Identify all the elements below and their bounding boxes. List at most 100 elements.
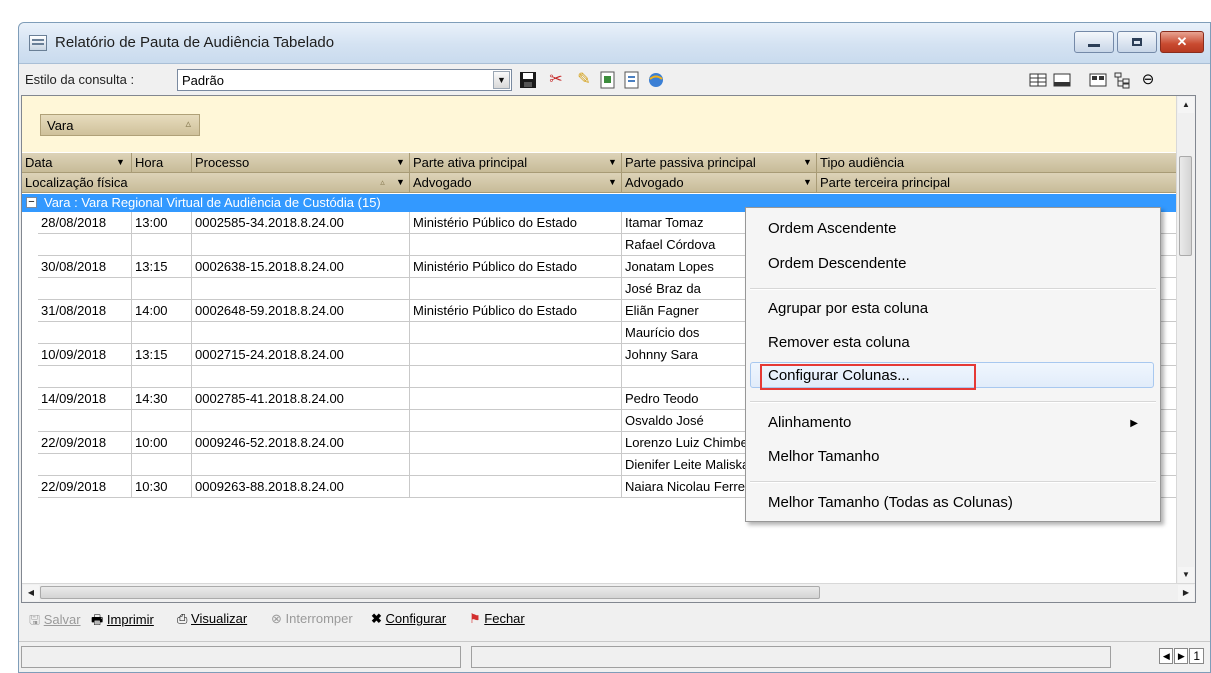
menu-item-best-fit-all[interactable]: Melhor Tamanho (Todas as Colunas): [768, 494, 1013, 511]
edit-icon[interactable]: ✎: [575, 71, 593, 89]
cell-hora[interactable]: 14:30: [132, 388, 192, 410]
cell-hora[interactable]: 13:15: [132, 344, 192, 366]
cell-processo[interactable]: 0009246-52.2018.8.24.00: [192, 432, 410, 454]
cell-processo[interactable]: 0002638-15.2018.8.24.00: [192, 256, 410, 278]
cell-hora[interactable]: 13:00: [132, 212, 192, 234]
cell-data[interactable]: [38, 234, 132, 256]
cut-icon[interactable]: ✂: [547, 71, 565, 89]
menu-item-configure-columns[interactable]: Configurar Colunas...: [768, 367, 910, 384]
title-bar[interactable]: Relatório de Pauta de Audiência Tabelado…: [19, 23, 1210, 64]
minimize-button[interactable]: [1074, 31, 1114, 53]
chevron-down-icon[interactable]: ▼: [493, 71, 510, 89]
cell-processo[interactable]: 0002648-59.2018.8.24.00: [192, 300, 410, 322]
close-action[interactable]: ⚑ Fechar: [469, 611, 525, 627]
save-action[interactable]: 🖫 Salvar: [29, 611, 81, 633]
cell-processo[interactable]: [192, 234, 410, 256]
maximize-button[interactable]: [1117, 31, 1157, 53]
cell-ativa[interactable]: Ministério Público do Estado: [410, 300, 622, 322]
cell-hora[interactable]: [132, 454, 192, 476]
cell-ativa[interactable]: [410, 388, 622, 410]
col-header-parte-terceira[interactable]: Parte terceira principal: [817, 173, 1179, 193]
cell-data[interactable]: 14/09/2018: [38, 388, 132, 410]
cell-ativa[interactable]: [410, 278, 622, 300]
cell-data[interactable]: 22/09/2018: [38, 476, 132, 498]
col-header-parte-ativa[interactable]: Parte ativa principal ▼: [410, 153, 622, 173]
document-icon[interactable]: [623, 71, 641, 89]
col-header-advogado-ativa[interactable]: Advogado ▼: [410, 173, 622, 193]
page-next-icon[interactable]: ▶: [1174, 648, 1189, 664]
vertical-scroll-thumb[interactable]: [1179, 156, 1192, 256]
export-icon[interactable]: [599, 71, 617, 89]
cell-data[interactable]: [38, 410, 132, 432]
cell-hora[interactable]: 14:00: [132, 300, 192, 322]
more-icon[interactable]: ⊖: [1139, 71, 1157, 89]
cell-data[interactable]: 31/08/2018: [38, 300, 132, 322]
col-header-processo[interactable]: Processo ▼: [192, 153, 410, 173]
columns-icon[interactable]: [1089, 71, 1107, 89]
dropdown-icon[interactable]: ▼: [801, 156, 814, 169]
cell-hora[interactable]: [132, 322, 192, 344]
cell-ativa[interactable]: [410, 322, 622, 344]
preview-action[interactable]: ⎙ Visualizar: [177, 611, 247, 627]
cell-ativa[interactable]: [410, 366, 622, 388]
col-header-parte-passiva[interactable]: Parte passiva principal ▼: [622, 153, 817, 173]
dropdown-icon[interactable]: ▼: [801, 176, 814, 189]
cell-hora[interactable]: 10:30: [132, 476, 192, 498]
scroll-left-icon[interactable]: ◀: [23, 585, 39, 601]
cell-processo[interactable]: [192, 366, 410, 388]
cell-ativa[interactable]: [410, 344, 622, 366]
cell-hora[interactable]: 13:15: [132, 256, 192, 278]
cell-data[interactable]: 10/09/2018: [38, 344, 132, 366]
dropdown-icon[interactable]: ▼: [394, 176, 407, 189]
cell-processo[interactable]: 0002585-34.2018.8.24.00: [192, 212, 410, 234]
cell-data[interactable]: 28/08/2018: [38, 212, 132, 234]
cell-processo[interactable]: [192, 278, 410, 300]
dropdown-icon[interactable]: ▼: [114, 156, 127, 169]
cell-processo[interactable]: 0002715-24.2018.8.24.00: [192, 344, 410, 366]
scroll-up-icon[interactable]: ▲: [1178, 97, 1194, 113]
configure-action[interactable]: ✖ Configurar: [371, 611, 446, 627]
cell-ativa[interactable]: Ministério Público do Estado: [410, 212, 622, 234]
cell-data[interactable]: 22/09/2018: [38, 432, 132, 454]
page-prev-icon[interactable]: ◀: [1159, 648, 1174, 664]
layout-panel-icon[interactable]: [1053, 71, 1071, 89]
cell-hora[interactable]: 10:00: [132, 432, 192, 454]
close-button[interactable]: ✕: [1160, 31, 1204, 53]
cell-hora[interactable]: [132, 410, 192, 432]
print-action[interactable]: 🖶 Imprimir: [91, 611, 154, 633]
menu-item-sort-desc[interactable]: Ordem Descendente: [768, 255, 906, 272]
group-chip-vara[interactable]: Vara ▵: [40, 114, 200, 136]
horizontal-scroll-thumb[interactable]: [40, 586, 820, 599]
globe-icon[interactable]: [647, 71, 665, 89]
cell-hora[interactable]: [132, 278, 192, 300]
cell-ativa[interactable]: [410, 454, 622, 476]
col-header-localizacao[interactable]: Localização física ▵ ▼: [22, 173, 410, 193]
col-header-data[interactable]: Data ▼: [22, 153, 132, 173]
cell-ativa[interactable]: [410, 234, 622, 256]
cell-hora[interactable]: [132, 366, 192, 388]
cell-processo[interactable]: [192, 410, 410, 432]
tree-icon[interactable]: [1113, 71, 1131, 89]
dropdown-icon[interactable]: ▼: [606, 156, 619, 169]
cell-data[interactable]: [38, 454, 132, 476]
cell-processo[interactable]: [192, 322, 410, 344]
cell-hora[interactable]: [132, 234, 192, 256]
cell-data[interactable]: 30/08/2018: [38, 256, 132, 278]
col-header-tipo-audiencia[interactable]: Tipo audiência: [817, 153, 1179, 173]
dropdown-icon[interactable]: ▼: [606, 176, 619, 189]
cell-processo[interactable]: 0009263-88.2018.8.24.00: [192, 476, 410, 498]
cell-data[interactable]: [38, 278, 132, 300]
dropdown-icon[interactable]: ▼: [394, 156, 407, 169]
query-style-select[interactable]: Padrão ▼: [177, 69, 512, 91]
menu-item-alignment[interactable]: Alinhamento: [768, 414, 851, 431]
scroll-right-icon[interactable]: ▶: [1178, 585, 1194, 601]
scroll-down-icon[interactable]: ▼: [1178, 567, 1194, 583]
collapse-icon[interactable]: −: [26, 197, 37, 208]
col-header-hora[interactable]: Hora: [132, 153, 192, 173]
col-header-advogado-passiva[interactable]: Advogado ▼: [622, 173, 817, 193]
cell-ativa[interactable]: [410, 410, 622, 432]
menu-item-group-by-column[interactable]: Agrupar por esta coluna: [768, 300, 928, 317]
interrupt-action[interactable]: ⊗ Interromper: [271, 611, 353, 627]
cell-ativa[interactable]: [410, 432, 622, 454]
cell-processo[interactable]: [192, 454, 410, 476]
